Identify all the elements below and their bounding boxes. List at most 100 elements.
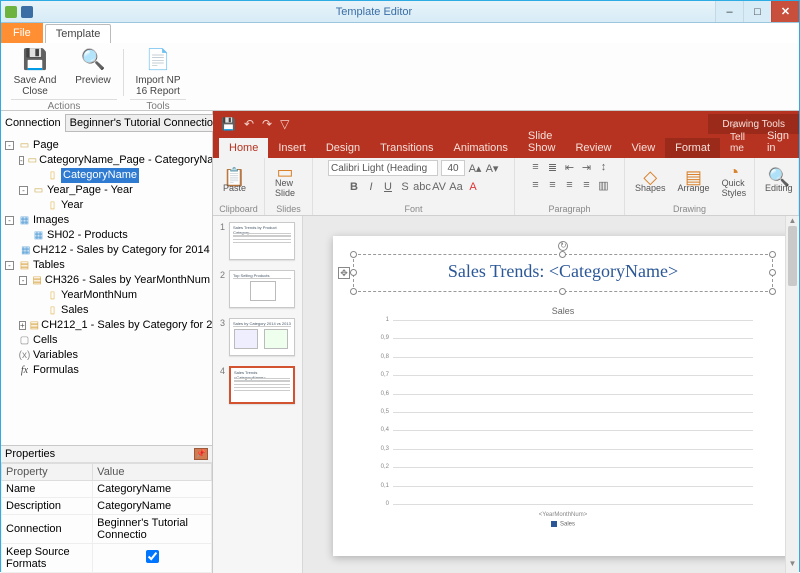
paste-button[interactable]: 📋Paste [219, 170, 250, 195]
save-and-close-button[interactable]: 💾 Save And Close [11, 45, 59, 97]
shapes-button[interactable]: ◇Shapes [631, 170, 670, 195]
tree-node[interactable]: CH212 - Sales by Category for 2014 vs 20… [32, 243, 212, 258]
thumbnail-3[interactable]: 3Sales by Category 2014 vs 2013 [217, 318, 298, 356]
app-ribbon: 💾 Save And Close 🔍 Preview Actions 📄 Imp… [1, 43, 799, 111]
thumbnail-1[interactable]: 1Sales Trends by Product Category [217, 222, 298, 260]
qat-undo-icon[interactable]: ↶ [244, 117, 254, 131]
expander-icon[interactable]: - [19, 186, 28, 195]
keep-source-formats-checkbox[interactable] [146, 550, 159, 563]
tab-home[interactable]: Home [219, 138, 268, 158]
chart-placeholder[interactable]: Sales 00,10,20,30,40,50,60,70,80,91 <Yea… [373, 306, 753, 526]
align-right-button[interactable]: ≡ [563, 178, 577, 192]
scroll-thumb[interactable] [788, 226, 797, 286]
minimize-button[interactable]: – [715, 1, 743, 22]
thumbnail-2[interactable]: 2Top Selling Products [217, 270, 298, 308]
tree-node[interactable]: Year_Page - Year [47, 183, 133, 198]
tab-file[interactable]: File [1, 23, 43, 43]
tree-node-selected[interactable]: CategoryName [61, 168, 139, 183]
variables-icon: (x) [18, 350, 31, 361]
arrange-button[interactable]: ▤Arrange [674, 170, 714, 195]
vertical-scrollbar[interactable]: ▲ ▼ [785, 216, 799, 573]
font-name-combo[interactable]: Calibri Light (Heading [328, 160, 438, 176]
qat-save-icon[interactable]: 💾 [221, 117, 236, 131]
magnifier-icon: 🔍 [79, 45, 107, 73]
spacing-button[interactable]: AV [432, 180, 446, 194]
page-icon: ▭ [28, 155, 37, 166]
quick-styles-button[interactable]: ◔Quick Styles [718, 165, 751, 200]
justify-button[interactable]: ≡ [580, 178, 594, 192]
anchor-icon[interactable]: ✥ [338, 267, 350, 279]
thumbnail-4[interactable]: 4Sales Trends <CategoryName> [217, 366, 298, 404]
prop-value[interactable]: CategoryName [93, 481, 212, 498]
align-center-button[interactable]: ≡ [546, 178, 560, 192]
tab-animations[interactable]: Animations [444, 138, 518, 158]
tree-node[interactable]: CategoryName_Page - CategoryName [39, 153, 212, 168]
tab-slideshow[interactable]: Slide Show [518, 126, 566, 158]
preview-button[interactable]: 🔍 Preview [69, 45, 117, 97]
expander-icon[interactable]: - [19, 156, 24, 165]
tab-design[interactable]: Design [316, 138, 370, 158]
prop-value[interactable]: CategoryName [93, 498, 212, 515]
numbering-button[interactable]: ≣ [546, 160, 560, 174]
tree-node[interactable]: Sales [61, 303, 89, 318]
window-titlebar: Template Editor – □ ✕ [1, 1, 799, 23]
scroll-down-icon[interactable]: ▼ [786, 559, 799, 573]
properties-title: Properties [5, 448, 55, 460]
tree-node[interactable]: CH326 - Sales by YearMonthNum [45, 273, 210, 288]
tree-node[interactable]: YearMonthNum [61, 288, 137, 303]
prop-value[interactable]: Beginner's Tutorial Connectio [93, 515, 212, 544]
expander-icon[interactable]: - [19, 276, 27, 285]
tab-insert[interactable]: Insert [268, 138, 316, 158]
grow-font-icon[interactable]: A▴ [468, 161, 482, 175]
title-textbox[interactable]: ✥ Sales Trends: <CategoryName> [353, 254, 773, 292]
tree-node[interactable]: Cells [33, 333, 57, 348]
new-slide-icon: ▭ [277, 167, 294, 177]
template-tree[interactable]: -▭Page -▭CategoryName_Page - CategoryNam… [1, 135, 212, 445]
qat-start-icon[interactable]: ▽ [280, 117, 289, 131]
case-button[interactable]: Aa [449, 180, 463, 194]
pin-icon[interactable]: 📌 [194, 448, 208, 460]
maximize-button[interactable]: □ [743, 1, 771, 22]
strike-button[interactable]: S [398, 180, 412, 194]
slide-canvas[interactable]: ✥ Sales Trends: <CategoryName> Sales 00,… [303, 216, 799, 573]
indent-left-button[interactable]: ⇤ [563, 160, 577, 174]
rotate-handle-icon[interactable] [558, 241, 568, 251]
tree-node[interactable]: Formulas [33, 363, 79, 378]
shadow-button[interactable]: abc [415, 180, 429, 194]
indent-right-button[interactable]: ⇥ [580, 160, 594, 174]
tree-node[interactable]: Variables [33, 348, 78, 363]
align-left-button[interactable]: ≡ [529, 178, 543, 192]
tree-node[interactable]: Year [61, 198, 83, 213]
qat-redo-icon[interactable]: ↷ [262, 117, 272, 131]
shrink-font-icon[interactable]: A▾ [485, 161, 499, 175]
window-title: Template Editor [33, 6, 715, 18]
tab-format[interactable]: Format [665, 138, 720, 158]
close-button[interactable]: ✕ [771, 1, 799, 22]
slide[interactable]: ✥ Sales Trends: <CategoryName> Sales 00,… [333, 236, 793, 556]
tab-template[interactable]: Template [45, 24, 112, 43]
underline-button[interactable]: U [381, 180, 395, 194]
expander-icon[interactable]: + [19, 321, 26, 330]
font-color-button[interactable]: A [466, 180, 480, 194]
slide-title-text[interactable]: Sales Trends: <CategoryName> [354, 255, 772, 282]
expander-icon[interactable]: - [5, 261, 14, 270]
tell-me-search[interactable]: Tell me [720, 117, 757, 158]
new-slide-button[interactable]: ▭New Slide [271, 165, 299, 200]
line-spacing-button[interactable]: ↕ [597, 160, 611, 174]
columns-button[interactable]: ▥ [597, 178, 611, 192]
expander-icon[interactable]: - [5, 141, 14, 150]
expander-icon[interactable]: - [5, 216, 14, 225]
sign-in-link[interactable]: Sign in [757, 126, 799, 158]
editing-button[interactable]: 🔍Editing [761, 170, 797, 195]
tab-view[interactable]: View [622, 138, 666, 158]
save-icon[interactable] [21, 6, 33, 18]
tree-node[interactable]: SH02 - Products [47, 228, 128, 243]
bold-button[interactable]: B [347, 180, 361, 194]
tree-node[interactable]: CH212_1 - Sales by Category for 2014 vs … [41, 318, 212, 333]
import-report-button[interactable]: 📄 Import NP 16 Report [130, 45, 186, 97]
bullets-button[interactable]: ≡ [529, 160, 543, 174]
tab-review[interactable]: Review [565, 138, 621, 158]
font-size-combo[interactable]: 40 [441, 160, 465, 176]
italic-button[interactable]: I [364, 180, 378, 194]
tab-transitions[interactable]: Transitions [370, 138, 443, 158]
